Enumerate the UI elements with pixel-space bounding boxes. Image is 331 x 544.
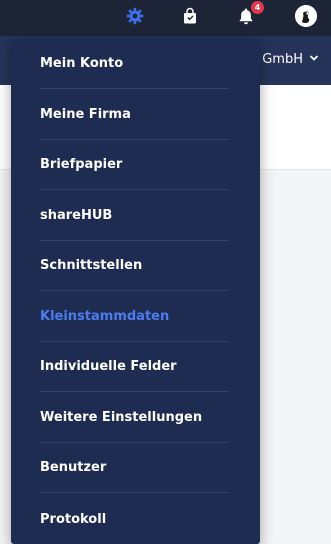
menu-item-mein-konto[interactable]: Mein Konto [40, 39, 229, 89]
settings-dropdown-menu: Mein Konto Meine Firma Briefpapier share… [11, 39, 260, 544]
menu-item-benutzer[interactable]: Benutzer [40, 443, 229, 493]
menu-item-label: Schnittstellen [40, 258, 143, 273]
avatar[interactable] [295, 5, 317, 27]
menu-item-label: Mein Konto [40, 56, 124, 71]
chevron-down-icon [309, 52, 319, 67]
top-navigation-bar: 4 [0, 0, 331, 36]
menu-item-weitere-einstellungen[interactable]: Weitere Einstellungen [40, 393, 229, 443]
menu-item-individuelle-felder[interactable]: Individuelle Felder [40, 342, 229, 392]
shop-button[interactable] [178, 6, 202, 30]
menu-item-kleinstammdaten[interactable]: Kleinstammdaten [40, 292, 229, 342]
settings-button[interactable] [123, 6, 147, 30]
gear-icon [126, 7, 144, 30]
menu-item-label: Kleinstammdaten [40, 309, 170, 324]
notifications-button[interactable]: 4 [234, 1, 264, 30]
menu-item-label: Weitere Einstellungen [40, 410, 203, 425]
menu-item-label: Briefpapier [40, 157, 123, 172]
menu-item-briefpapier[interactable]: Briefpapier [40, 140, 229, 190]
menu-item-schnittstellen[interactable]: Schnittstellen [40, 241, 229, 291]
notification-count-badge: 4 [251, 1, 264, 14]
company-switcher[interactable]: n GmbH [250, 52, 319, 67]
shopping-bag-icon [181, 7, 199, 30]
menu-item-protokoll[interactable]: Protokoll [40, 494, 229, 544]
menu-item-label: Protokoll [40, 511, 107, 527]
menu-item-label: Meine Firma [40, 107, 131, 122]
avatar-image [295, 5, 317, 27]
menu-item-sharehub[interactable]: shareHUB [40, 191, 229, 241]
menu-item-meine-firma[interactable]: Meine Firma [40, 90, 229, 140]
menu-item-label: shareHUB [40, 208, 113, 223]
menu-item-label: Individuelle Felder [40, 359, 177, 374]
menu-item-label: Benutzer [40, 460, 107, 475]
